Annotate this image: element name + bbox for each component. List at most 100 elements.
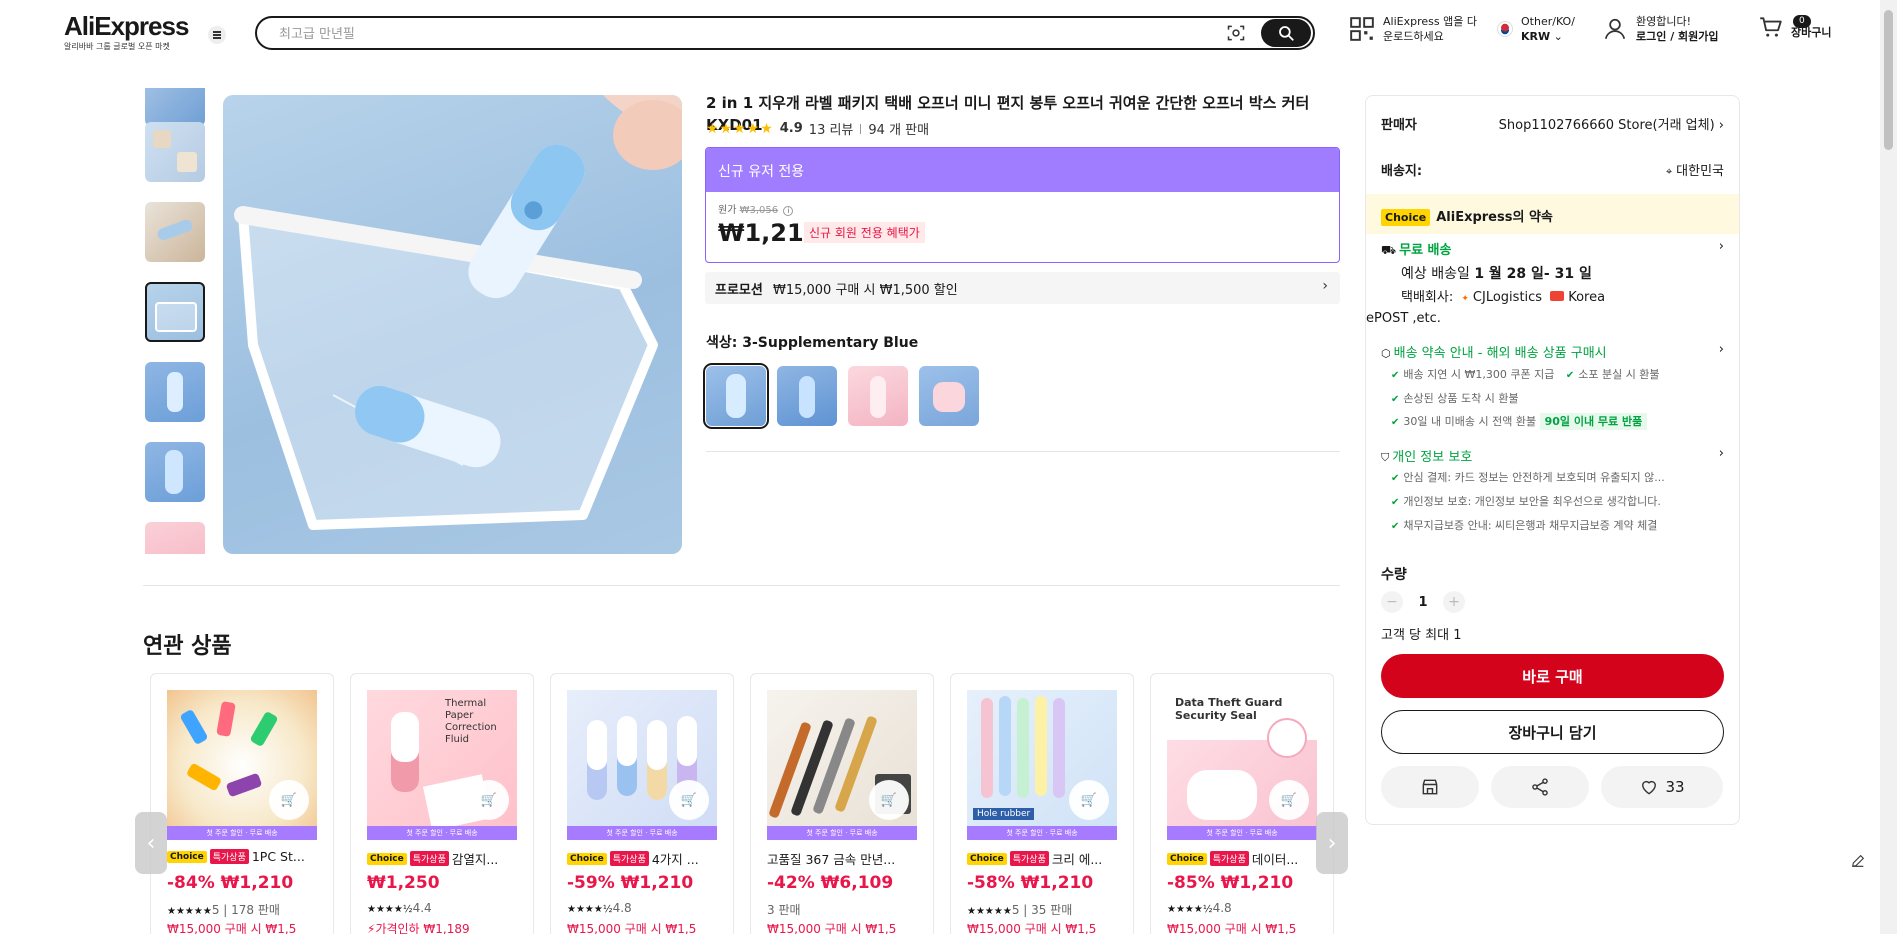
increase-button[interactable]: + bbox=[1443, 591, 1465, 613]
cart-plus-icon: 🛒 bbox=[880, 792, 898, 808]
promotion-row[interactable]: 프로모션 ₩15,000 구매 시 ₩1,500 할인 › bbox=[705, 272, 1340, 304]
app-line-2: 운로드하세요 bbox=[1383, 30, 1444, 43]
add-to-cart-circle[interactable]: 🛒 bbox=[1269, 780, 1309, 820]
add-to-cart-button[interactable]: 장바구니 담기 bbox=[1381, 710, 1724, 754]
product-card[interactable]: Thermal Paper Correction Fluid 🛒 첫 주문 할인 … bbox=[350, 673, 534, 934]
carousel-next-button[interactable]: › bbox=[1316, 812, 1348, 874]
add-to-cart-circle[interactable]: 🛒 bbox=[469, 780, 509, 820]
divider bbox=[860, 123, 862, 134]
sold-count: 94 개 판매 bbox=[868, 123, 930, 138]
delivery-promise-title: 배송 약속 안내 - 해외 배송 상품 구매시 bbox=[1393, 346, 1607, 361]
main-product-image[interactable] bbox=[223, 95, 682, 554]
add-to-cart-circle[interactable]: 🛒 bbox=[1069, 780, 1109, 820]
dp-item: ✔ 30일 내 미배송 시 전액 환불 90일 이내 무료 반품 bbox=[1391, 413, 1724, 430]
location-pin-icon: ⌖ bbox=[1665, 165, 1673, 178]
img-text-2: Security Seal bbox=[1175, 709, 1257, 722]
seller-name[interactable]: Shop1102766660 Store(거래 업체) › bbox=[1499, 114, 1724, 133]
thumbnail[interactable] bbox=[145, 122, 205, 182]
aliexpress-logo[interactable]: AliExpress 알리바바 그룹 글로벌 오픈 마켓 bbox=[64, 12, 189, 52]
account-menu[interactable]: 환영합니다! 로그인 / 회원가입 bbox=[1602, 14, 1719, 44]
swatch-pink[interactable] bbox=[848, 366, 908, 426]
sale-chip: 특가상품 bbox=[209, 849, 249, 864]
thumbnail[interactable] bbox=[145, 202, 205, 262]
image-search-icon[interactable] bbox=[1226, 23, 1246, 43]
wishlist-button[interactable]: 33 bbox=[1601, 766, 1723, 808]
carrier-3: ePOST ,etc. bbox=[1366, 311, 1441, 326]
swatch-combo[interactable] bbox=[919, 366, 979, 426]
region-selector[interactable]: Other/KO/KRW ⌄ bbox=[1497, 14, 1575, 44]
card-promo: ₩15,000 구매 시 ₩1,5 bbox=[767, 922, 897, 934]
card-name: 고품질 367 금속 만년... bbox=[767, 849, 919, 868]
product-card[interactable]: Data Theft Guard Security Seal 🛒 첫 주문 할인 … bbox=[1150, 673, 1334, 934]
orig-price-value: ₩3,056 bbox=[739, 205, 779, 216]
app-download[interactable]: AliExpress 앱을 다 운로드하세요 bbox=[1349, 14, 1477, 44]
card-image[interactable]: Data Theft Guard Security Seal 🛒 첫 주문 할인 … bbox=[1167, 690, 1317, 840]
check-icon: ✔ bbox=[1391, 417, 1400, 428]
login-link[interactable]: 로그인 / 회원가입 bbox=[1636, 30, 1719, 43]
card-band: 첫 주문 할인 · 무료 배송 bbox=[967, 826, 1117, 840]
store-button[interactable] bbox=[1381, 766, 1479, 808]
product-card[interactable]: Hole rubber 🛒 첫 주문 할인 · 무료 배송 Choice 특가상품… bbox=[950, 673, 1134, 934]
product-card[interactable]: 🛒 첫 주문 할인 · 무료 배송 Choice 특가상품 4가지 ... -59%… bbox=[550, 673, 734, 934]
chevron-right-icon: › bbox=[1718, 446, 1724, 461]
new-user-banner: 신규 유저 전용 bbox=[706, 148, 1339, 192]
card-image[interactable]: 🛒 첫 주문 할인 · 무료 배송 bbox=[167, 690, 317, 840]
free-shipping-row[interactable]: ⛟ 무료 배송 › bbox=[1381, 239, 1724, 259]
add-to-cart-circle[interactable]: 🛒 bbox=[269, 780, 309, 820]
img-text-2: Correction Fluid bbox=[445, 722, 497, 745]
card-rating: 3 판매 bbox=[767, 901, 801, 918]
card-image[interactable]: 🛒 첫 주문 할인 · 무료 배송 bbox=[567, 690, 717, 840]
share-button[interactable] bbox=[1491, 766, 1589, 808]
orig-price-label: 원가 bbox=[718, 205, 737, 216]
add-to-cart-circle[interactable]: 🛒 bbox=[669, 780, 709, 820]
privacy-row[interactable]: ⛉ 개인 정보 보호 › bbox=[1381, 446, 1724, 465]
swatch-blue-2[interactable] bbox=[777, 366, 837, 426]
feedback-button[interactable] bbox=[1845, 848, 1871, 874]
thumbnail[interactable] bbox=[145, 88, 205, 126]
carousel-prev-button[interactable]: ‹ bbox=[135, 812, 167, 874]
choice-banner: Choice AliExpress의 약속 bbox=[1366, 194, 1739, 234]
card-image[interactable]: 🛒 첫 주문 할인 · 무료 배송 bbox=[767, 690, 917, 840]
thumbnail[interactable] bbox=[145, 362, 205, 422]
ship-to-row[interactable]: 배송지: ⌖ 대한민국 bbox=[1381, 160, 1724, 179]
thumbnail[interactable] bbox=[145, 442, 205, 502]
card-band: 첫 주문 할인 · 무료 배송 bbox=[367, 826, 517, 840]
decrease-button[interactable]: − bbox=[1381, 591, 1403, 613]
quantity-value[interactable]: 1 bbox=[1413, 595, 1433, 610]
img-text-1: Data Theft Guard bbox=[1175, 696, 1283, 709]
buy-now-button[interactable]: 바로 구매 bbox=[1381, 654, 1724, 698]
delivery-promise-row[interactable]: ⬡ 배송 약속 안내 - 해외 배송 상품 구매시 › bbox=[1381, 342, 1724, 361]
menu-button[interactable] bbox=[208, 26, 226, 44]
card-discount: -59% bbox=[567, 873, 615, 893]
price-tag-badge: 신규 회원 전용 혜택가 bbox=[804, 222, 925, 243]
thumbnail-selected[interactable] bbox=[145, 282, 205, 342]
seller-row[interactable]: 판매자 Shop1102766660 Store(거래 업체) › bbox=[1381, 114, 1724, 133]
card-name: Choice 특가상품 1PC St... bbox=[167, 849, 319, 864]
review-count[interactable]: 13 리뷰 bbox=[809, 119, 854, 138]
related-products-title: 연관 상품 bbox=[143, 634, 232, 659]
choice-chip: Choice bbox=[167, 850, 207, 863]
original-price: 원가 ₩3,056 i bbox=[718, 201, 794, 216]
card-rating: ★★★★½4.4 bbox=[367, 901, 432, 915]
card-image[interactable]: Hole rubber 🛒 첫 주문 할인 · 무료 배송 bbox=[967, 690, 1117, 840]
card-image[interactable]: Thermal Paper Correction Fluid 🛒 첫 주문 할인 … bbox=[367, 690, 517, 840]
swatch-blue-1[interactable] bbox=[703, 363, 769, 429]
sale-chip: 특가상품 bbox=[1209, 851, 1249, 866]
product-card[interactable]: 🛒 첫 주문 할인 · 무료 배송 Choice 특가상품 1PC St... -8… bbox=[150, 673, 334, 934]
search-input[interactable] bbox=[279, 24, 1179, 44]
product-card[interactable]: 🛒 첫 주문 할인 · 무료 배송 고품질 367 금속 만년... -42% … bbox=[750, 673, 934, 934]
page-scrollbar[interactable] bbox=[1880, 0, 1897, 934]
card-price-value: ₩1,210 bbox=[1020, 873, 1094, 893]
card-price: -84% ₩1,210 bbox=[167, 873, 293, 893]
chevron-right-icon: › bbox=[1327, 830, 1337, 856]
thumbnail[interactable] bbox=[145, 522, 205, 554]
card-promo: ⚡가격인하 ₩1,189 bbox=[367, 922, 470, 934]
info-icon[interactable]: i bbox=[783, 206, 794, 216]
card-price-value: ₩1,210 bbox=[220, 873, 294, 893]
add-to-cart-circle[interactable]: 🛒 bbox=[869, 780, 909, 820]
card-price: -42% ₩6,109 bbox=[767, 873, 893, 893]
search-button[interactable] bbox=[1261, 19, 1311, 47]
card-price-value: ₩6,109 bbox=[820, 873, 894, 893]
card-price: ₩1,250 bbox=[367, 873, 440, 893]
scrollbar-thumb[interactable] bbox=[1884, 10, 1893, 150]
